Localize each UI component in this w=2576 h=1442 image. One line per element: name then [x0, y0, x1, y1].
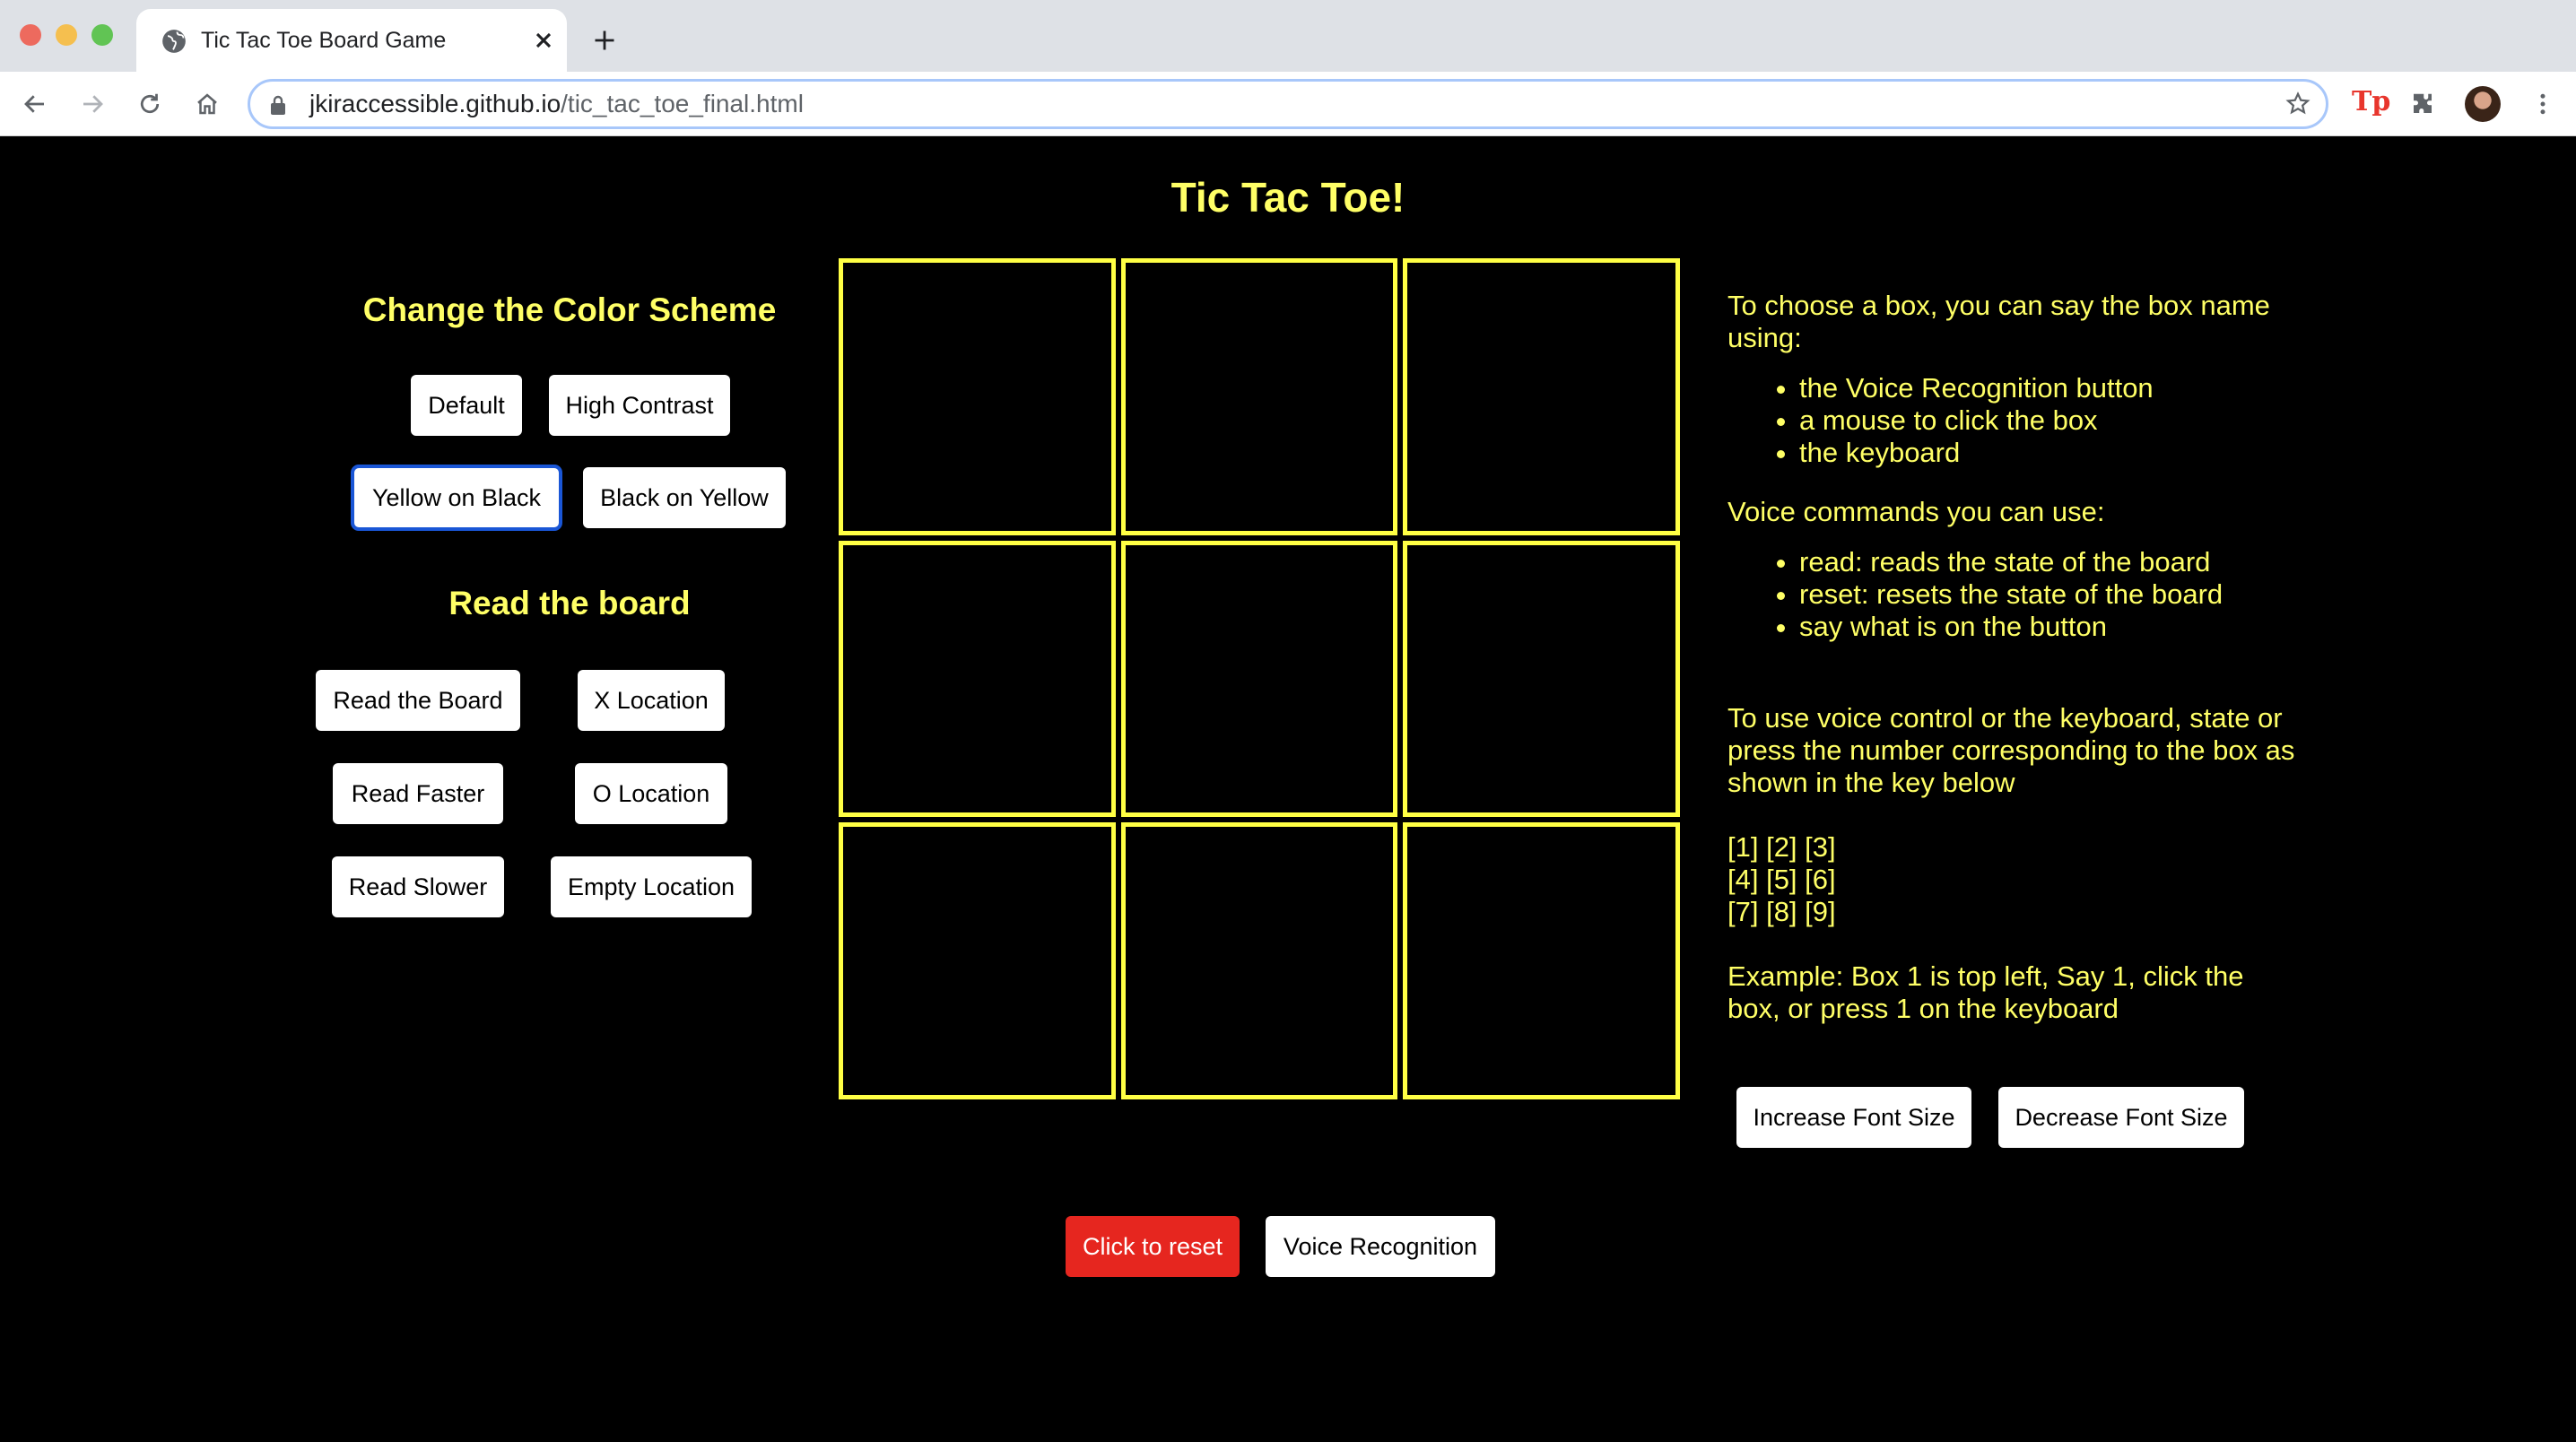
- home-icon[interactable]: [194, 91, 221, 117]
- key-row-3: [7] [8] [9]: [1727, 896, 1836, 927]
- url-text: jkiraccessible.github.io/tic_tac_toe_fin…: [309, 82, 804, 126]
- read-slower-button[interactable]: Read Slower: [332, 856, 504, 917]
- reset-button[interactable]: Click to reset: [1066, 1216, 1240, 1277]
- browser-tab[interactable]: Tic Tac Toe Board Game: [136, 9, 567, 72]
- tic-tac-toe-board: [839, 258, 1680, 1099]
- keyboard-instructions: To use voice control or the keyboard, st…: [1727, 702, 2295, 798]
- board-cell-6[interactable]: [1403, 540, 1680, 818]
- o-location-button[interactable]: O Location: [575, 763, 727, 824]
- board-cell-4[interactable]: [839, 540, 1116, 818]
- close-window-button[interactable]: [20, 24, 41, 46]
- input-methods-list: the Voice Recognition button a mouse to …: [1727, 372, 2302, 469]
- globe-icon: [162, 30, 186, 53]
- list-item: reset: resets the state of the board: [1799, 578, 2302, 611]
- high-contrast-button[interactable]: High Contrast: [549, 375, 730, 436]
- url-path: /tic_tac_toe_final.html: [561, 90, 804, 117]
- key-row-1: [1] [2] [3]: [1727, 831, 1836, 863]
- yellow-on-black-button[interactable]: Yellow on Black: [351, 465, 562, 531]
- voice-recognition-button[interactable]: Voice Recognition: [1266, 1216, 1495, 1277]
- lock-icon: [271, 95, 285, 115]
- black-on-yellow-button[interactable]: Black on Yellow: [583, 467, 786, 528]
- bookmark-star-icon[interactable]: [2284, 91, 2311, 117]
- read-the-board-button[interactable]: Read the Board: [316, 670, 520, 731]
- board-cell-1[interactable]: [839, 258, 1116, 535]
- list-item: a mouse to click the box: [1799, 404, 2302, 437]
- color-scheme-heading: Change the Color Scheme: [362, 291, 777, 328]
- forward-arrow-icon[interactable]: [79, 91, 106, 117]
- board-cell-8[interactable]: [1120, 822, 1398, 1099]
- more-menu-icon[interactable]: [2529, 91, 2556, 117]
- board-cell-9[interactable]: [1403, 822, 1680, 1099]
- minimize-window-button[interactable]: [56, 24, 77, 46]
- extension-tp-icon[interactable]: Tp: [2352, 86, 2390, 118]
- decrease-font-size-button[interactable]: Decrease Font Size: [1998, 1087, 2244, 1148]
- browser-toolbar: jkiraccessible.github.io/tic_tac_toe_fin…: [0, 72, 2576, 136]
- board-cell-7[interactable]: [839, 822, 1116, 1099]
- instructions-intro: To choose a box, you can say the box nam…: [1727, 290, 2270, 353]
- new-tab-icon[interactable]: [592, 28, 617, 53]
- key-row-2: [4] [5] [6]: [1727, 864, 1836, 895]
- board-cell-2[interactable]: [1120, 258, 1398, 535]
- url-host: jkiraccessible.github.io: [309, 90, 561, 117]
- maximize-window-button[interactable]: [91, 24, 113, 46]
- list-item: say what is on the button: [1799, 611, 2302, 643]
- extensions-puzzle-icon[interactable]: [2409, 91, 2436, 117]
- page-content: Tic Tac Toe! Change the Color Scheme Def…: [0, 137, 2576, 1442]
- empty-location-button[interactable]: Empty Location: [551, 856, 752, 917]
- voice-commands-list: read: reads the state of the board reset…: [1727, 546, 2302, 643]
- instructions-panel: To choose a box, you can say the box nam…: [1727, 290, 2302, 1025]
- address-bar[interactable]: jkiraccessible.github.io/tic_tac_toe_fin…: [248, 79, 2328, 129]
- read-faster-button[interactable]: Read Faster: [333, 763, 503, 824]
- read-board-heading: Read the board: [448, 585, 691, 621]
- browser-tab-bar: Tic Tac Toe Board Game: [0, 0, 2576, 72]
- example-text: Example: Box 1 is top left, Say 1, click…: [1727, 960, 2244, 1024]
- page-title: Tic Tac Toe!: [1171, 174, 1405, 221]
- tab-title: Tic Tac Toe Board Game: [201, 28, 447, 53]
- list-item: the Voice Recognition button: [1799, 372, 2302, 404]
- close-tab-icon[interactable]: [531, 28, 556, 53]
- x-location-button[interactable]: X Location: [578, 670, 725, 731]
- voice-commands-heading: Voice commands you can use:: [1727, 496, 2105, 527]
- list-item: read: reads the state of the board: [1799, 546, 2302, 578]
- list-item: the keyboard: [1799, 437, 2302, 469]
- profile-avatar[interactable]: [2465, 86, 2501, 122]
- board-cell-5[interactable]: [1120, 540, 1398, 818]
- board-cell-3[interactable]: [1403, 258, 1680, 535]
- default-scheme-button[interactable]: Default: [411, 375, 522, 436]
- back-arrow-icon[interactable]: [22, 91, 48, 117]
- reload-icon[interactable]: [136, 91, 163, 117]
- increase-font-size-button[interactable]: Increase Font Size: [1736, 1087, 1971, 1148]
